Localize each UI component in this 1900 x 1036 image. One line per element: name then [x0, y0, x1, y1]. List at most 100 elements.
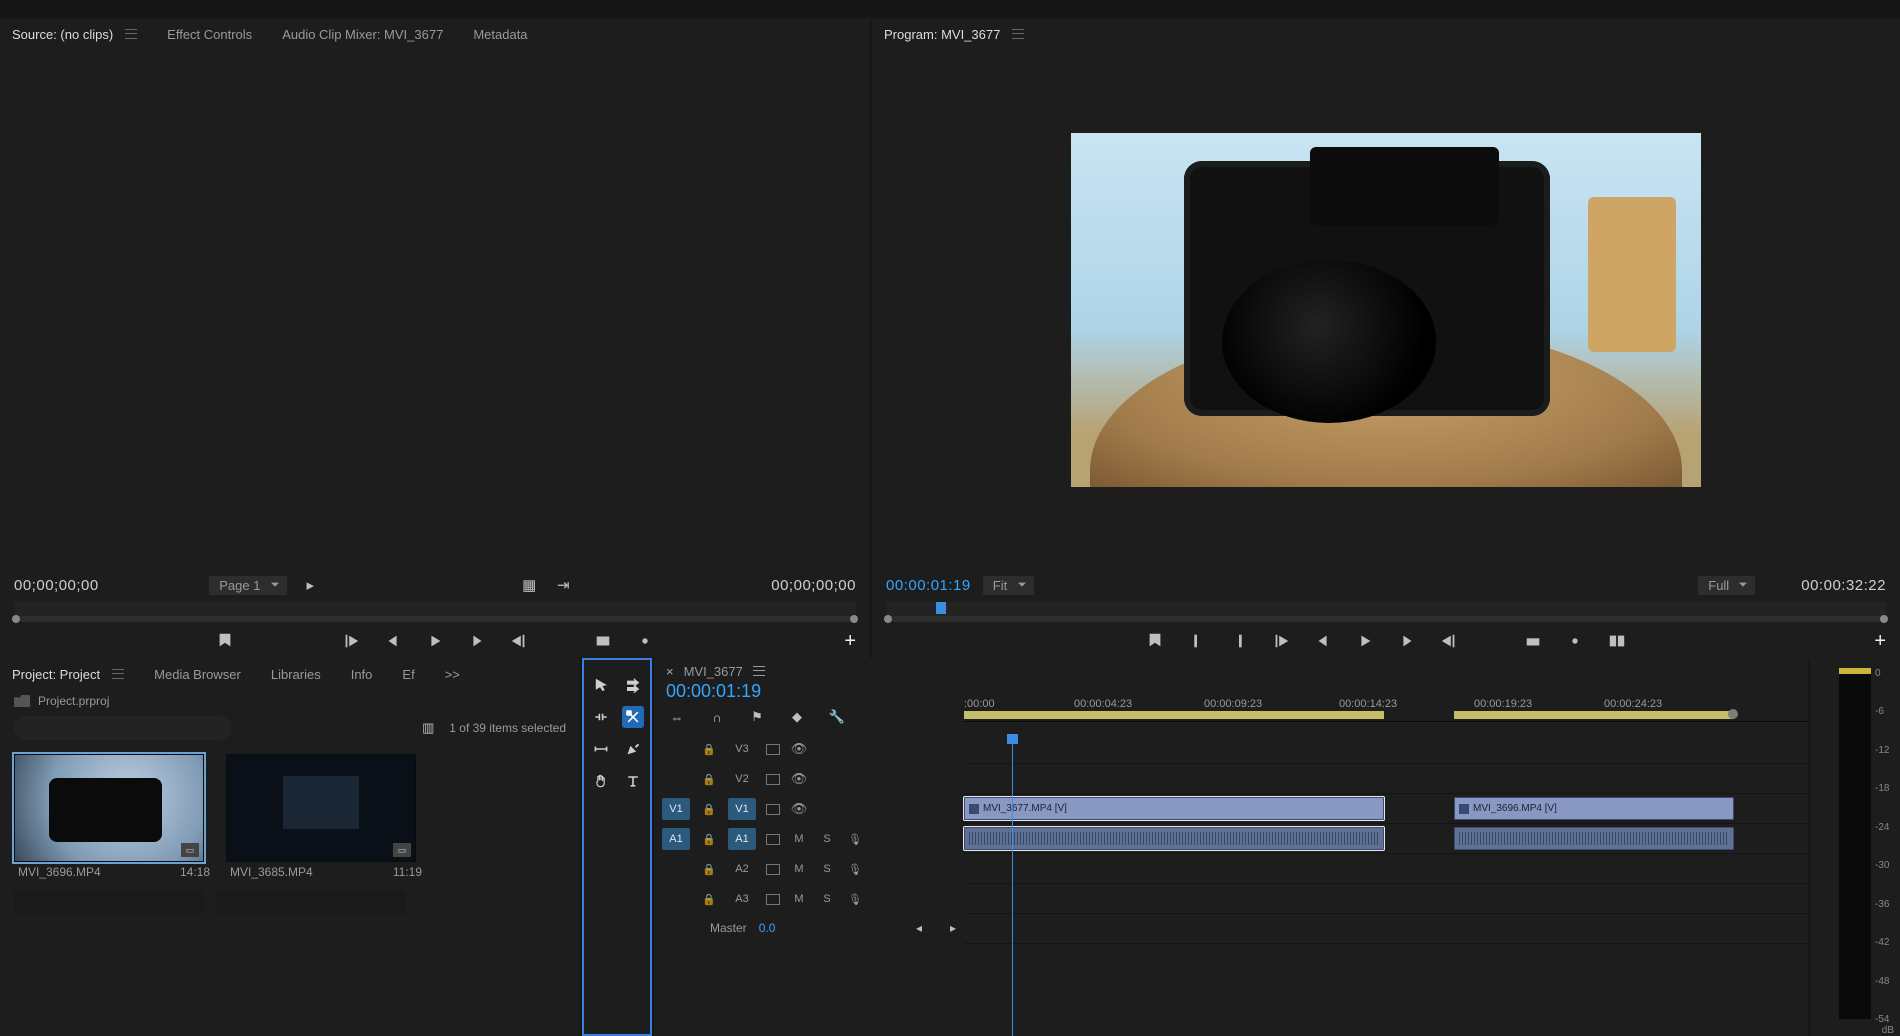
source-page-select[interactable]: Page 1 [209, 576, 287, 595]
overwrite-icon[interactable] [592, 630, 614, 652]
track-header-v2[interactable]: 🔒V2👁 [654, 764, 964, 794]
tab-source[interactable]: Source: (no clips) [12, 27, 113, 42]
source-timecode-left[interactable]: 00;00;00;00 [14, 577, 99, 594]
program-timecode-current[interactable]: 00:00:01:19 [886, 577, 971, 594]
ripple-edit-tool[interactable] [590, 706, 612, 728]
track-header-master[interactable]: Master0.0◂▸ [654, 914, 964, 942]
mark-in-icon[interactable] [256, 630, 278, 652]
prev-keyframe-icon[interactable]: ◂ [908, 917, 930, 939]
program-ruler[interactable] [886, 602, 1886, 622]
step-back-icon[interactable] [382, 630, 404, 652]
track-header-a2[interactable]: 🔒A2MS🎙 [654, 854, 964, 884]
tab-effect-controls[interactable]: Effect Controls [167, 27, 252, 42]
lock-icon[interactable]: 🔒 [700, 833, 718, 846]
panel-menu-icon[interactable] [112, 667, 124, 682]
add-marker-icon[interactable]: ⚑ [746, 706, 768, 728]
mute-icon[interactable]: M [790, 863, 808, 875]
project-search-input[interactable] [14, 716, 231, 740]
panel-menu-icon[interactable] [753, 664, 765, 679]
mark-out-icon[interactable] [1228, 630, 1250, 652]
solo-icon[interactable]: S [818, 833, 836, 845]
lock-icon[interactable]: 🔒 [700, 893, 718, 906]
toggle-track-output-icon[interactable]: 👁 [790, 801, 808, 817]
comparison-view-icon[interactable] [1606, 630, 1628, 652]
voice-over-icon[interactable]: 🎙 [846, 833, 864, 846]
type-tool[interactable] [622, 770, 644, 792]
timeline-marker-icon[interactable]: ◆ [786, 706, 808, 728]
timeline-playhead[interactable] [1012, 734, 1013, 1036]
selection-tool[interactable] [590, 674, 612, 696]
panel-menu-icon[interactable] [1012, 27, 1024, 42]
pen-tool[interactable] [622, 738, 644, 760]
project-clip-partial[interactable] [216, 890, 406, 914]
voice-over-icon[interactable]: 🎙 [846, 863, 864, 876]
settings-icon[interactable] [1767, 574, 1789, 596]
play-around-icon[interactable]: ▸ [299, 574, 321, 596]
tab-info[interactable]: Info [351, 667, 373, 682]
source-insert-icon[interactable]: ⇥ [552, 574, 574, 596]
tab-media-browser[interactable]: Media Browser [154, 667, 241, 682]
lock-icon[interactable]: 🔒 [700, 863, 718, 876]
solo-icon[interactable]: S [818, 863, 836, 875]
export-frame-icon[interactable] [634, 630, 656, 652]
tab-program[interactable]: Program: MVI_3677 [884, 27, 1000, 42]
goto-in-icon[interactable] [1270, 630, 1292, 652]
solo-icon[interactable]: S [818, 893, 836, 905]
track-header-a3[interactable]: 🔒A3MS🎙 [654, 884, 964, 914]
lock-icon[interactable]: 🔒 [700, 803, 718, 816]
new-bin-icon[interactable]: ▥ [417, 717, 439, 739]
timeline-clip[interactable] [1454, 827, 1734, 850]
play-icon[interactable] [424, 630, 446, 652]
program-quality-select[interactable]: Full [1698, 576, 1755, 595]
lock-icon[interactable]: 🔒 [700, 773, 718, 786]
timeline-timecode[interactable]: 00:00:01:19 [654, 681, 964, 702]
goto-in-icon[interactable] [340, 630, 362, 652]
tab-audio-clip-mixer[interactable]: Audio Clip Mixer: MVI_3677 [282, 27, 443, 42]
sync-lock-icon[interactable] [766, 894, 780, 905]
tab-project[interactable]: Project: Project [12, 667, 100, 682]
sync-lock-icon[interactable] [766, 804, 780, 815]
step-fwd-icon[interactable] [1396, 630, 1418, 652]
play-icon[interactable] [1354, 630, 1376, 652]
tab-overflow[interactable]: >> [445, 667, 460, 682]
marker-icon[interactable] [1144, 630, 1166, 652]
track-header-v1[interactable]: V1🔒V1👁 [654, 794, 964, 824]
sequence-tab[interactable]: MVI_3677 [684, 664, 743, 679]
track-select-tool[interactable] [622, 674, 644, 696]
source-view-mode-icon[interactable]: ▦ [518, 574, 540, 596]
timeline-clip[interactable]: MVI_3677.MP4 [V] [964, 797, 1384, 820]
button-editor-add-icon[interactable]: + [844, 630, 856, 653]
timeline-clip[interactable] [964, 827, 1384, 850]
mute-icon[interactable]: M [790, 893, 808, 905]
program-zoom-select[interactable]: Fit [983, 576, 1034, 595]
razor-tool[interactable] [622, 706, 644, 728]
sync-lock-icon[interactable] [766, 744, 780, 755]
voice-over-icon[interactable]: 🎙 [846, 893, 864, 906]
timeline-settings-icon[interactable]: 🔧 [826, 706, 848, 728]
goto-out-icon[interactable] [508, 630, 530, 652]
source-ruler[interactable] [14, 602, 856, 622]
toggle-track-output-icon[interactable]: 👁 [790, 741, 808, 757]
toggle-track-output-icon[interactable]: 👁 [790, 771, 808, 787]
tab-libraries[interactable]: Libraries [271, 667, 321, 682]
project-clip[interactable]: ▭ MVI_3685.MP411:19 [226, 754, 426, 882]
step-fwd-icon[interactable] [466, 630, 488, 652]
button-editor-add-icon[interactable]: + [1874, 630, 1886, 653]
mute-icon[interactable]: M [790, 833, 808, 845]
next-keyframe-icon[interactable]: ▸ [942, 917, 964, 939]
project-clip-partial[interactable] [14, 890, 204, 914]
timeline-ruler[interactable]: :00:0000:00:04:2300:00:09:2300:00:14:230… [964, 694, 1808, 722]
sync-lock-icon[interactable] [766, 834, 780, 845]
insert-icon[interactable] [550, 630, 572, 652]
project-clip[interactable]: ▭ MVI_3696.MP414:18 [14, 754, 214, 882]
linked-selection-icon[interactable]: ∩ [706, 706, 728, 728]
timeline-clip[interactable]: MVI_3696.MP4 [V] [1454, 797, 1734, 820]
source-patch-v1[interactable]: V1 [662, 798, 690, 820]
track-header-a1[interactable]: A1🔒A1MS🎙 [654, 824, 964, 854]
timeline-tracks-area[interactable]: MVI_3677.MP4 [V] MVI_3696.MP4 [V] [964, 734, 1808, 1036]
lock-icon[interactable]: 🔒 [700, 743, 718, 756]
source-patch-a1[interactable]: A1 [662, 828, 690, 850]
hand-tool[interactable] [590, 770, 612, 792]
sync-lock-icon[interactable] [766, 774, 780, 785]
track-header-v3[interactable]: 🔒V3👁 [654, 734, 964, 764]
